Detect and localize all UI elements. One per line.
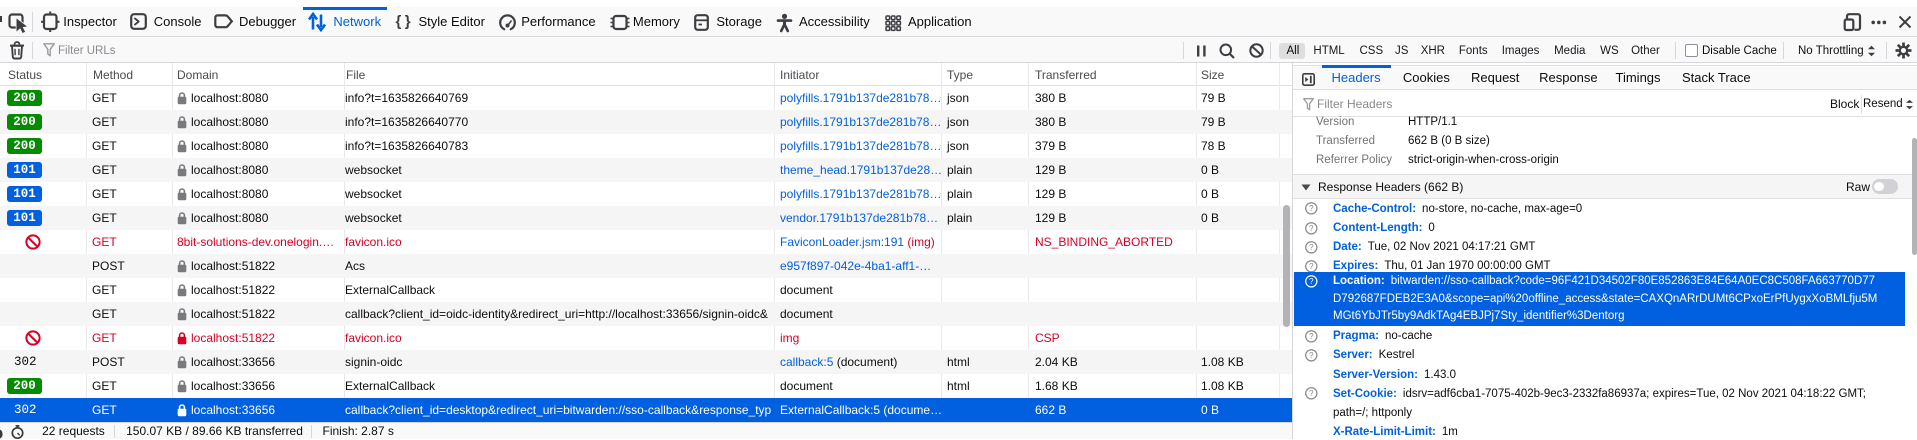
svg-text:?: ? [1309,332,1314,341]
svg-text:?: ? [1309,351,1314,360]
svg-text:?: ? [1309,224,1314,233]
svg-text:?: ? [1309,243,1314,252]
svg-text:?: ? [1309,277,1314,286]
svg-text:?: ? [1309,389,1314,398]
svg-text:?: ? [1309,262,1314,271]
svg-text:?: ? [1309,204,1314,213]
